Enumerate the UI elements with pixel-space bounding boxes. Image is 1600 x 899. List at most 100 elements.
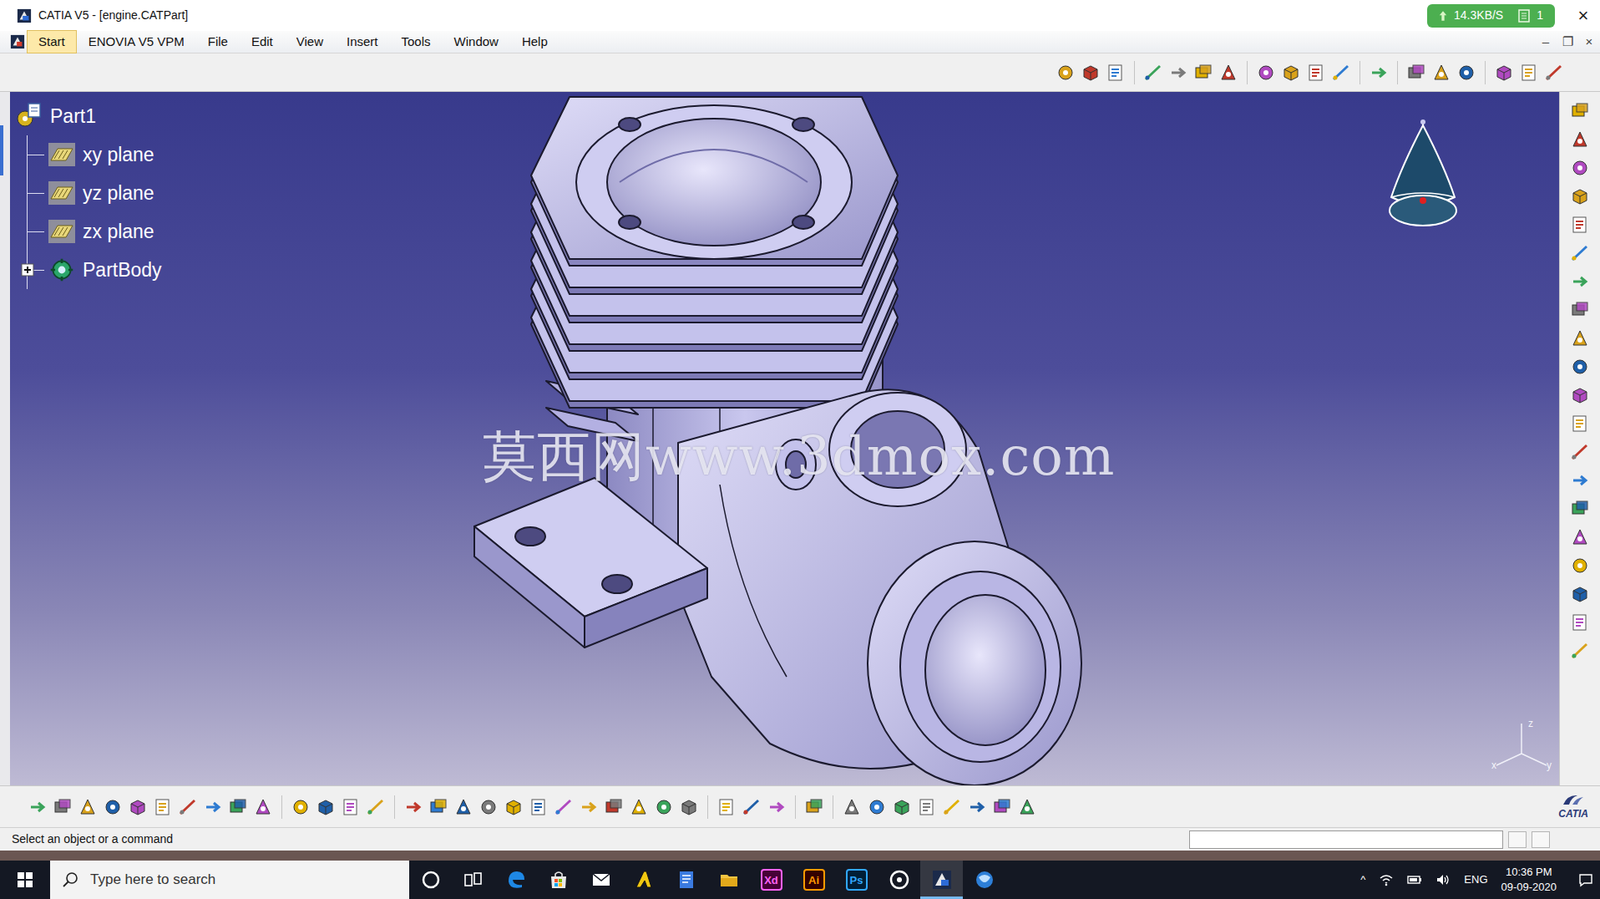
toolbar-button[interactable] (150, 794, 176, 820)
menu-item[interactable]: File (196, 30, 240, 55)
toolbar-button[interactable] (551, 794, 577, 820)
toolbar-button[interactable] (839, 794, 865, 820)
toolbar-button[interactable] (1567, 354, 1593, 380)
toolbar-button[interactable] (989, 794, 1015, 820)
document-control[interactable]: ❐ (1556, 32, 1579, 52)
toolbar-button[interactable] (1567, 155, 1593, 181)
toolbar-button[interactable] (501, 794, 527, 820)
toolbar-button[interactable] (1428, 60, 1454, 86)
clock[interactable]: 10:36 PM09-09-2020 (1501, 864, 1558, 894)
menu-item[interactable]: Help (510, 30, 560, 55)
taskbar-app[interactable] (536, 860, 580, 899)
toolbar-button[interactable] (1190, 60, 1216, 86)
toolbar-button[interactable] (964, 794, 990, 820)
close-button[interactable]: × (1566, 1, 1600, 30)
toolbar-button[interactable] (1366, 60, 1392, 86)
toolbar-button[interactable] (450, 794, 476, 820)
search-box[interactable] (50, 860, 410, 899)
taskbar-app[interactable] (451, 860, 495, 899)
toolbar-button[interactable] (1140, 60, 1166, 86)
taskbar-app[interactable] (664, 860, 708, 899)
taskbar-app[interactable] (920, 860, 963, 899)
toolbar-button[interactable] (1567, 268, 1593, 294)
tree-item[interactable]: yz plane (27, 173, 163, 213)
taskbar-app[interactable] (579, 860, 623, 899)
toolbar-button[interactable] (1567, 240, 1593, 266)
toolbar-button[interactable] (75, 794, 101, 820)
toolbar-button[interactable] (1453, 60, 1479, 86)
search-input[interactable] (88, 867, 390, 892)
toolbar-button[interactable] (1103, 60, 1129, 86)
tree-item[interactable]: PartBody (27, 250, 163, 289)
toolbar-button[interactable] (1567, 609, 1593, 635)
toolbar-button[interactable] (1567, 467, 1593, 493)
document-control[interactable]: × (1578, 32, 1600, 52)
toolbar-button[interactable] (864, 794, 890, 820)
taskbar-app[interactable]: Ps (835, 860, 878, 899)
toolbar-button[interactable] (338, 794, 364, 820)
taskbar-app[interactable]: Xd (749, 860, 793, 899)
toolbar-button[interactable] (425, 794, 451, 820)
toolbar-button[interactable] (764, 794, 790, 820)
expander-icon[interactable] (20, 263, 35, 277)
toolbar-button[interactable] (576, 794, 602, 820)
toolbar-button[interactable] (1165, 60, 1191, 86)
tree-item[interactable]: xy plane (27, 135, 163, 174)
toolbar-button[interactable] (1567, 98, 1593, 124)
toolbar-button[interactable] (1403, 60, 1429, 86)
menu-item[interactable]: Edit (239, 30, 285, 55)
toolbar-button[interactable] (1567, 183, 1593, 209)
toolbar-button[interactable] (914, 794, 940, 820)
toolbar-button[interactable] (676, 794, 702, 820)
toolbar-button[interactable] (1328, 60, 1354, 86)
toolbar-button[interactable] (1567, 524, 1593, 550)
toolbar-button[interactable] (1567, 297, 1593, 323)
toolbar-button[interactable] (713, 794, 740, 820)
toolbar-button[interactable] (200, 794, 226, 820)
network-monitor[interactable]: 14.3KB/S1 (1427, 4, 1555, 28)
toolbar-button[interactable] (889, 794, 915, 820)
menu-item[interactable]: Window (442, 30, 511, 55)
status-button[interactable] (1531, 830, 1550, 848)
notification-icon[interactable] (1578, 871, 1594, 887)
document-control[interactable]: – (1534, 32, 1557, 52)
toolbar-button[interactable] (1567, 439, 1593, 465)
toolbar-button[interactable] (1567, 382, 1593, 408)
toolbar-button[interactable] (1567, 581, 1593, 607)
toolbar-button[interactable] (601, 794, 627, 820)
toolbar-button[interactable] (175, 794, 201, 820)
toolbar-button[interactable] (25, 794, 51, 820)
start-button[interactable] (0, 860, 51, 899)
toolbar-button[interactable] (1567, 496, 1593, 522)
toolbar-button[interactable] (1567, 325, 1593, 351)
toolbar-button[interactable] (50, 794, 76, 820)
toolbar-button[interactable] (1567, 410, 1593, 436)
toolbar-button[interactable] (1491, 60, 1517, 86)
toolbar-button[interactable] (1303, 60, 1329, 86)
menu-item[interactable]: Start (26, 30, 77, 55)
tree-item[interactable]: zx plane (27, 212, 163, 251)
taskbar-app[interactable] (494, 860, 537, 899)
toolbar-button[interactable] (1516, 60, 1542, 86)
toolbar-button[interactable] (1541, 60, 1567, 86)
toolbar-button[interactable] (288, 794, 314, 820)
menu-item[interactable]: Insert (334, 30, 390, 55)
toolbar-button[interactable] (526, 794, 552, 820)
toolbar-button[interactable] (1253, 60, 1279, 86)
toolbar-button[interactable] (939, 794, 965, 820)
menu-item[interactable]: ENOVIA V5 VPM (76, 30, 197, 55)
toolbar-button[interactable] (1078, 60, 1104, 86)
menu-item[interactable]: Tools (389, 30, 443, 55)
taskbar-app[interactable] (877, 860, 921, 899)
toolbar-button[interactable] (626, 794, 652, 820)
taskbar-app[interactable] (409, 860, 452, 899)
tree-root[interactable]: Part1 (15, 96, 163, 136)
taskbar-app[interactable] (622, 860, 665, 899)
toolbar-button[interactable] (250, 794, 276, 820)
toolbar-button[interactable] (651, 794, 677, 820)
toolbar-button[interactable] (313, 794, 339, 820)
toolbar-button[interactable] (1567, 637, 1593, 664)
menu-item[interactable]: View (284, 30, 335, 55)
toolbar-button[interactable] (1014, 794, 1040, 820)
toolbar-button[interactable] (801, 794, 827, 820)
